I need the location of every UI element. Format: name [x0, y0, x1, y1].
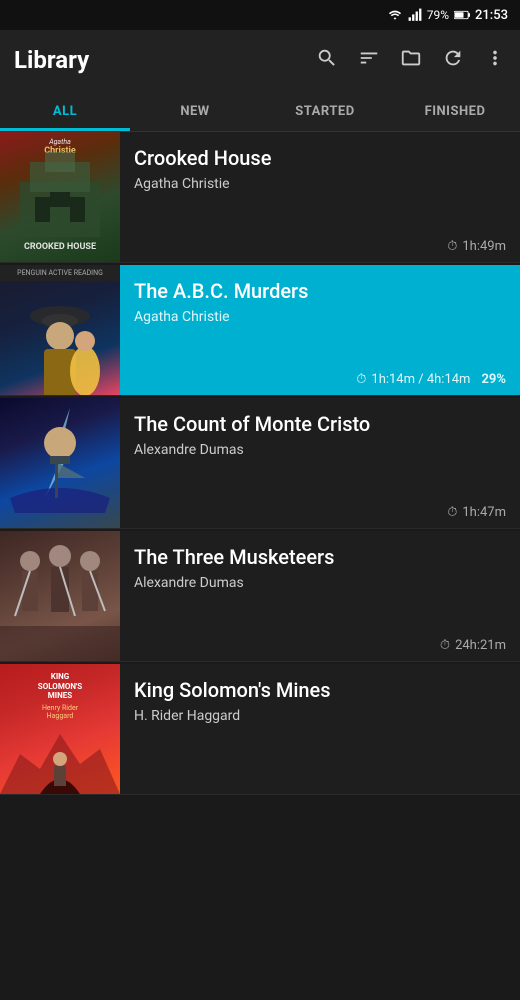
- book-title: King Solomon's Mines: [134, 678, 506, 702]
- book-info-monte-cristo: The Count of Monte Cristo Alexandre Duma…: [120, 398, 520, 528]
- book-author: Agatha Christie: [134, 176, 506, 192]
- book-author: Alexandre Dumas: [134, 575, 506, 591]
- search-icon: [316, 47, 338, 69]
- duration-value: 1h:49m: [462, 239, 506, 254]
- cover-illustration-musketeers: [0, 531, 120, 661]
- book-item-monte-cristo[interactable]: The Count of Monte Cristo Alexandre Duma…: [0, 398, 520, 529]
- book-author: H. Rider Haggard: [134, 708, 506, 724]
- folder-icon: [400, 47, 422, 69]
- book-cover-abc-murders: PENGUIN ACTIVE READING: [0, 265, 120, 395]
- book-info-king-solomons: King Solomon's Mines H. Rider Haggard: [120, 664, 520, 794]
- book-author: Alexandre Dumas: [134, 442, 506, 458]
- status-icons: 79% 21:53: [387, 8, 508, 23]
- cover-illustration-ks: [0, 714, 120, 794]
- clock-icon: ⏱: [447, 239, 457, 254]
- tab-finished[interactable]: FINISHED: [390, 90, 520, 131]
- cover-title-text: CROOKED HOUSE: [6, 242, 114, 254]
- tab-all[interactable]: ALL: [0, 90, 130, 131]
- duration-value: 24h:21m: [455, 638, 506, 653]
- clock-icon: ⏱: [440, 638, 450, 653]
- duration-value: 1h:14m / 4h:14m: [371, 372, 470, 387]
- tab-started[interactable]: STARTED: [260, 90, 390, 131]
- page-title: Library: [14, 46, 300, 74]
- refresh-icon: [442, 47, 464, 69]
- penguin-bar: PENGUIN ACTIVE READING: [0, 265, 120, 281]
- book-item-three-musketeers[interactable]: The Three Musketeers Alexandre Dumas ⏱ 2…: [0, 531, 520, 662]
- book-duration: ⏱ 1h:14m / 4h:14m 29%: [134, 364, 506, 387]
- book-item-king-solomons[interactable]: KINGSOLOMON'SMINES Henry RiderHaggard Ki…: [0, 664, 520, 795]
- search-button[interactable]: [316, 47, 338, 74]
- folder-button[interactable]: [400, 47, 422, 74]
- book-cover-crooked-house: Agatha Christie CROOKED HOUSE: [0, 132, 120, 262]
- clock-icon: ⏱: [356, 372, 366, 387]
- app-header: Library: [0, 30, 520, 90]
- book-info-abc-murders: The A.B.C. Murders Agatha Christie ⏱ 1h:…: [120, 265, 520, 395]
- book-duration: ⏱ 24h:21m: [134, 630, 506, 653]
- filter-icon: [358, 47, 380, 69]
- tab-new[interactable]: NEW: [130, 90, 260, 131]
- book-cover-three-musketeers: [0, 531, 120, 661]
- book-duration: ⏱ 1h:49m: [134, 231, 506, 254]
- wifi-icon: [387, 8, 403, 22]
- book-item-abc-murders[interactable]: PENGUIN ACTIVE READING The A.B.C. Murder…: [0, 265, 520, 396]
- cover-illustration-abc: [0, 281, 120, 395]
- header-actions: [316, 47, 506, 74]
- progress-value: 29%: [481, 372, 506, 387]
- battery-percent: 79%: [427, 8, 449, 22]
- status-bar: 79% 21:53: [0, 0, 520, 30]
- cover-ks-title-text: KINGSOLOMON'SMINES: [6, 672, 114, 701]
- cover-illustration: [0, 142, 120, 242]
- book-duration: ⏱ 1h:47m: [134, 497, 506, 520]
- refresh-button[interactable]: [442, 47, 464, 74]
- clock-icon: ⏱: [447, 505, 457, 520]
- battery-icon: [454, 9, 470, 21]
- book-cover-king-solomons: KINGSOLOMON'SMINES Henry RiderHaggard: [0, 664, 120, 794]
- book-info-three-musketeers: The Three Musketeers Alexandre Dumas ⏱ 2…: [120, 531, 520, 661]
- signal-icon: [408, 8, 422, 22]
- more-icon: [484, 47, 506, 69]
- book-title: The Count of Monte Cristo: [134, 412, 506, 436]
- cover-illustration-monte: [0, 398, 120, 528]
- book-title: The Three Musketeers: [134, 545, 506, 569]
- tab-bar: ALL NEW STARTED FINISHED: [0, 90, 520, 132]
- time-display: 21:53: [475, 8, 508, 23]
- book-list: Agatha Christie CROOKED HOUSE Crooked Ho…: [0, 132, 520, 795]
- more-button[interactable]: [484, 47, 506, 74]
- book-author: Agatha Christie: [134, 309, 506, 325]
- book-item-crooked-house[interactable]: Agatha Christie CROOKED HOUSE Crooked Ho…: [0, 132, 520, 263]
- book-title: Crooked House: [134, 146, 506, 170]
- filter-button[interactable]: [358, 47, 380, 74]
- book-title: The A.B.C. Murders: [134, 279, 506, 303]
- duration-value: 1h:47m: [462, 505, 506, 520]
- book-cover-monte-cristo: [0, 398, 120, 528]
- book-info-crooked-house: Crooked House Agatha Christie ⏱ 1h:49m: [120, 132, 520, 262]
